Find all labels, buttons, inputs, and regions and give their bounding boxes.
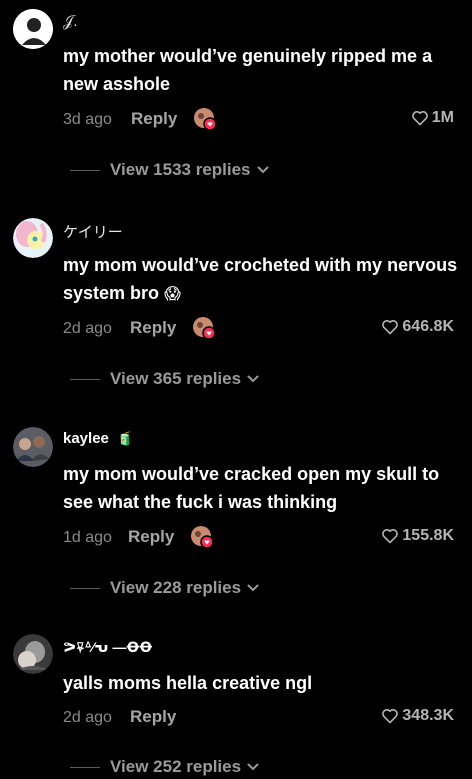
reply-button[interactable]: Reply — [131, 109, 177, 129]
comment-text: my mom would’ve cracked open my skull to… — [63, 464, 440, 512]
reply-button[interactable]: Reply — [130, 707, 176, 727]
comment-meta: 2d ago Reply 646.8K — [63, 316, 454, 342]
comment-meta: 3d ago Reply 1M — [63, 107, 454, 133]
view-replies-label: View 228 replies — [110, 578, 242, 597]
comment-age: 3d ago — [63, 111, 112, 128]
avatar[interactable] — [13, 218, 53, 258]
chevron-down-icon — [247, 375, 259, 383]
username-text: kaylee — [63, 430, 109, 447]
comment-text: yalls moms hella creative ngl — [63, 673, 313, 693]
like-button[interactable]: 646.8K — [381, 318, 454, 336]
comment-age: 1d ago — [63, 529, 112, 546]
creator-liked-badge — [190, 525, 214, 549]
like-count: 348.3K — [402, 707, 454, 724]
like-count: 646.8K — [402, 318, 454, 335]
scream-emoji: 😱 — [164, 286, 181, 303]
avatar[interactable] — [13, 9, 53, 49]
user-silhouette-icon — [13, 9, 53, 49]
divider — [70, 378, 100, 380]
view-replies-label: View 252 replies — [110, 757, 242, 776]
avatar[interactable] — [13, 427, 53, 467]
chevron-down-icon — [247, 584, 259, 592]
reply-button[interactable]: Reply — [128, 527, 174, 547]
like-button[interactable]: 155.8K — [381, 527, 454, 545]
view-replies-button[interactable]: View 365 replies — [70, 367, 259, 391]
view-replies-button[interactable]: View 1533 replies — [70, 158, 269, 182]
username[interactable]: kaylee 🧃 — [63, 430, 133, 447]
username[interactable]: 𝒥. — [63, 13, 78, 30]
username[interactable]: ケイリー — [63, 221, 123, 242]
comment-meta: 1d ago Reply 155.8K — [63, 525, 454, 551]
divider — [70, 766, 100, 768]
chevron-down-icon — [247, 763, 259, 771]
divider — [70, 169, 100, 171]
like-count: 155.8K — [402, 527, 454, 544]
like-button[interactable]: 1M — [411, 109, 454, 127]
comment-item: ケイリー my mom would’ve crocheted with my n… — [0, 209, 472, 404]
like-count: 1M — [431, 109, 454, 126]
comment-text: my mother would’ve genuinely ripped me a… — [63, 46, 433, 94]
comment-meta: 2d ago Reply 348.3K — [63, 705, 454, 731]
comment-age: 2d ago — [63, 320, 112, 337]
like-button[interactable]: 348.3K — [381, 707, 454, 725]
creator-liked-badge — [193, 107, 217, 131]
chevron-down-icon — [257, 166, 269, 174]
avatar[interactable] — [13, 634, 53, 674]
view-replies-button[interactable]: View 252 replies — [70, 755, 259, 779]
comment-text-body: my mom would’ve crocheted with my nervou… — [63, 255, 458, 303]
heart-outline-icon — [411, 111, 428, 126]
heart-outline-icon — [382, 320, 399, 335]
juice-box-emoji: 🧃 — [117, 431, 134, 446]
view-replies-label: View 1533 replies — [110, 160, 251, 179]
comment-age: 2d ago — [63, 709, 112, 726]
creator-liked-badge — [192, 316, 216, 340]
view-replies-label: View 365 replies — [110, 369, 242, 388]
heart-outline-icon — [382, 709, 399, 724]
comment-item: kaylee 🧃 my mom would’ve cracked open my… — [0, 418, 472, 613]
divider — [70, 587, 100, 589]
comment-item: ᕗ⍫ᐞ⁄ᕃ —ꝊꝊ yalls moms hella creative ngl … — [0, 627, 472, 778]
view-replies-button[interactable]: View 228 replies — [70, 576, 259, 600]
comment-item: 𝒥. my mother would’ve genuinely ripped m… — [0, 0, 472, 195]
reply-button[interactable]: Reply — [130, 318, 176, 338]
heart-outline-icon — [382, 529, 399, 544]
username[interactable]: ᕗ⍫ᐞ⁄ᕃ —ꝊꝊ — [63, 639, 152, 656]
comment-text: my mom would’ve crocheted with my nervou… — [63, 251, 458, 309]
